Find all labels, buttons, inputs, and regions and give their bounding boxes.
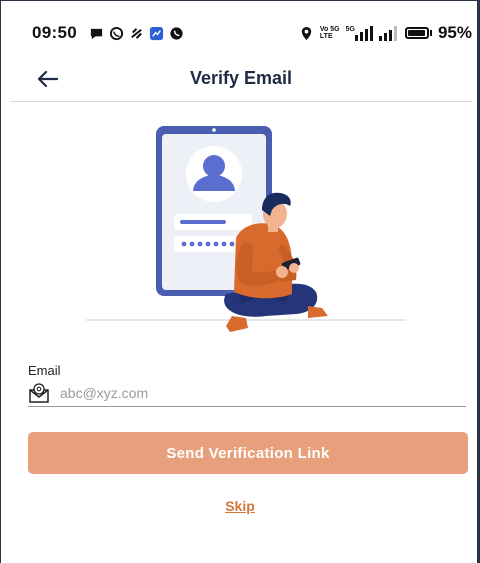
email-field xyxy=(28,379,466,407)
status-time: 09:50 xyxy=(32,23,77,42)
signal-5g: 5G xyxy=(345,25,373,41)
verify-illustration xyxy=(86,126,406,332)
app-notification-icon xyxy=(131,27,142,39)
system-indicators: Vo 5G LTE 5G 95% xyxy=(299,23,472,43)
email-input[interactable] xyxy=(60,380,440,405)
send-verification-button[interactable]: Send Verification Link xyxy=(28,432,468,474)
viber-icon xyxy=(170,26,183,40)
signal-bars-icon xyxy=(354,25,373,41)
location-pin-icon xyxy=(301,26,312,40)
notification-icons xyxy=(89,26,184,41)
status-bar: 09:50 Vo 5G LTE 5G 95% xyxy=(10,16,472,50)
chat-bubble-icon xyxy=(90,28,103,39)
battery-icon xyxy=(404,27,432,39)
volte-bottom-label: LTE xyxy=(319,33,333,40)
signal-bars-2-icon xyxy=(378,25,397,41)
battery-fill xyxy=(407,30,425,36)
app-header: Verify Email xyxy=(10,56,472,102)
email-label: Email xyxy=(28,363,61,378)
app-badge-icon xyxy=(149,26,164,40)
net-type-label: 5G xyxy=(345,25,355,33)
arrow-left-icon xyxy=(37,70,58,88)
envelope-at-icon xyxy=(29,382,49,403)
battery-percent: 95% xyxy=(437,23,472,42)
whatsapp-icon xyxy=(109,26,124,40)
volte-top-label: Vo 5G xyxy=(319,26,340,33)
back-button[interactable] xyxy=(32,64,62,94)
volte-indicator: Vo 5G LTE xyxy=(320,26,340,40)
page-title: Verify Email xyxy=(189,68,293,88)
skip-link[interactable]: Skip xyxy=(0,498,480,514)
